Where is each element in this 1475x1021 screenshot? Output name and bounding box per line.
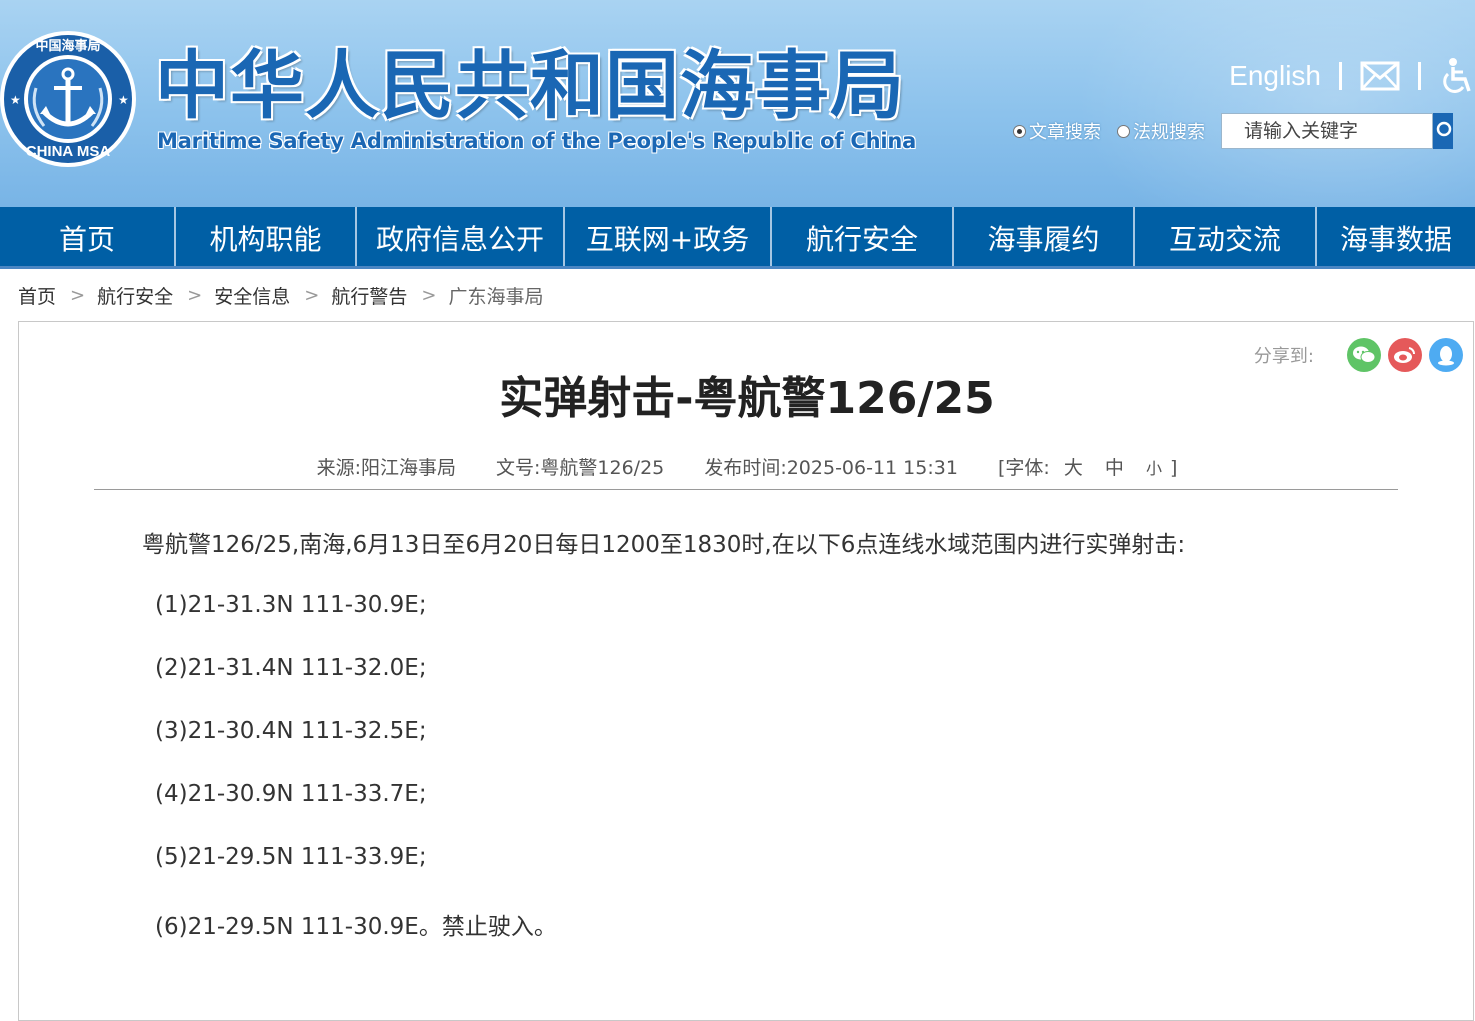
search-input[interactable] [1221, 113, 1433, 149]
english-link[interactable]: English [1229, 60, 1321, 92]
breadcrumb-separator: > [421, 285, 437, 306]
breadcrumb-separator: > [70, 285, 86, 306]
search-type-article-radio[interactable]: 文章搜索 [1013, 118, 1101, 144]
radio-label: 法规搜索 [1133, 122, 1205, 143]
nav-item-home[interactable]: 首页 [0, 207, 176, 269]
breadcrumb-separator: > [304, 285, 320, 306]
search-area: 文章搜索 法规搜索 [1013, 113, 1453, 149]
site-subtitle: Maritime Safety Administration of the Pe… [157, 129, 917, 153]
coordinate-item: (1)21-31.3N 111-30.9E; [155, 592, 427, 618]
article-publish-time: 发布时间:2025-06-11 15:31 [704, 457, 958, 479]
search-icon [1436, 121, 1452, 137]
radio-checked-icon [1013, 124, 1026, 138]
breadcrumb-navigation-warnings[interactable]: 航行警告 [331, 282, 407, 309]
divider [1339, 62, 1342, 90]
search-type-law-radio[interactable]: 法规搜索 [1117, 118, 1205, 144]
svg-text:★: ★ [10, 93, 21, 107]
breadcrumb-safety-info[interactable]: 安全信息 [214, 282, 290, 309]
title-divider [94, 489, 1398, 490]
nav-item-functions[interactable]: 机构职能 [176, 207, 357, 269]
radio-unchecked-icon [1117, 124, 1130, 138]
breadcrumb-navigation-safety[interactable]: 航行安全 [97, 282, 173, 309]
nav-item-gov-info[interactable]: 政府信息公开 [357, 207, 565, 269]
breadcrumb: 首页 > 航行安全 > 安全信息 > 航行警告 > 广东海事局 [18, 282, 543, 309]
font-size-small-button[interactable]: 小 [1146, 459, 1162, 478]
article-meta: 来源:阳江海事局 文号:粤航警126/25 发布时间:2025-06-11 15… [19, 453, 1475, 480]
accessibility-icon[interactable] [1439, 57, 1475, 95]
breadcrumb-separator: > [187, 285, 203, 306]
article-panel: 分享到: 实弹射击-粤航警126/25 来源:阳江海事局 文号:粤航警126/2… [18, 321, 1474, 1021]
nav-item-interaction[interactable]: 互动交流 [1135, 207, 1317, 269]
article-doc-number: 文号:粤航警126/25 [496, 457, 665, 479]
font-size-large-button[interactable]: 大 [1064, 457, 1083, 479]
site-header: CHINA MSA 中国海事局 ★ ★ 中华人民共和国海事局 Maritime … [0, 0, 1475, 207]
font-size-medium-button[interactable]: 中 [1105, 457, 1124, 479]
logo-text: CHINA MSA [26, 143, 111, 160]
breadcrumb-current[interactable]: 广东海事局 [448, 282, 543, 309]
font-size-close: ] [1170, 457, 1178, 479]
coordinate-item: (3)21-30.4N 111-32.5E; [155, 718, 427, 744]
nav-item-internet-services[interactable]: 互联网+政务 [565, 207, 772, 269]
coordinate-item: (6)21-29.5N 111-30.9E。禁止驶入。 [155, 914, 557, 940]
divider [1418, 62, 1421, 90]
search-button[interactable] [1433, 113, 1453, 149]
site-title: 中华人民共和国海事局 [155, 43, 905, 129]
article-source: 来源:阳江海事局 [316, 457, 456, 479]
breadcrumb-home[interactable]: 首页 [18, 282, 56, 309]
radio-label: 文章搜索 [1029, 122, 1101, 143]
font-size-label: [字体: [997, 457, 1050, 479]
coordinate-item: (5)21-29.5N 111-33.9E; [155, 844, 427, 870]
svg-text:★: ★ [118, 93, 129, 107]
main-nav: 首页 机构职能 政府信息公开 互联网+政务 航行安全 海事履约 互动交流 海事数… [0, 207, 1475, 269]
nav-item-data[interactable]: 海事数据 [1317, 207, 1475, 269]
coordinate-item: (4)21-30.9N 111-33.7E; [155, 781, 427, 807]
nav-item-conventions[interactable]: 海事履约 [954, 207, 1135, 269]
article-intro: 粤航警126/25,南海,6月13日至6月20日每日1200至1830时,在以下… [142, 532, 1186, 558]
logo-ring-text: 中国海事局 [35, 38, 100, 54]
mail-icon[interactable] [1360, 61, 1400, 91]
msa-logo[interactable]: CHINA MSA 中国海事局 ★ ★ [0, 28, 140, 170]
top-links: English [1229, 56, 1475, 96]
nav-item-navigation-safety[interactable]: 航行安全 [772, 207, 954, 269]
coordinate-item: (2)21-31.4N 111-32.0E; [155, 655, 427, 681]
article-title: 实弹射击-粤航警126/25 [499, 373, 995, 424]
